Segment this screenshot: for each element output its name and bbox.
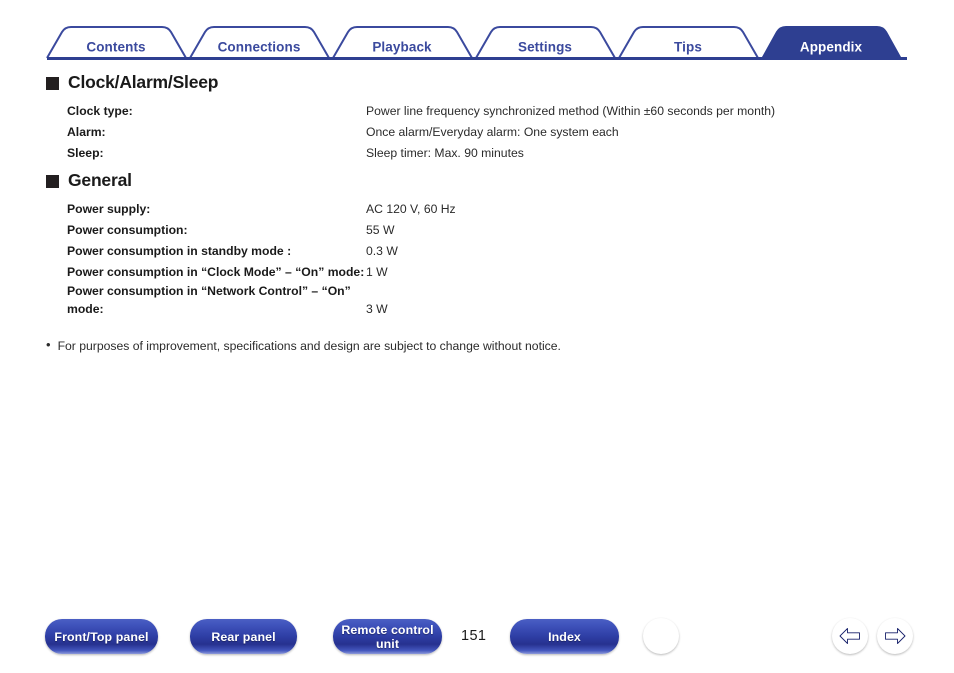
spec-row: Power consumption in “Clock Mode” – “On”…	[67, 262, 867, 282]
spec-row: Power consumption in “Network Control” –…	[67, 283, 867, 319]
spec-table-clock: Clock type: Power line frequency synchro…	[67, 101, 867, 163]
footer-navigation: Front/Top panel Rear panel Remote contro…	[0, 612, 954, 673]
spec-value: Once alarm/Everyday alarm: One system ea…	[366, 124, 619, 139]
section-general: General Power supply: AC 120 V, 60 Hz Po…	[46, 170, 916, 320]
tab-playback[interactable]: Playback	[372, 40, 431, 55]
remote-control-unit-button[interactable]: Remote control unit	[333, 619, 442, 654]
spec-value: AC 120 V, 60 Hz	[366, 201, 456, 216]
section-header: General	[46, 170, 916, 191]
arrow-left-icon	[839, 628, 860, 644]
spec-label: Power consumption:	[67, 222, 188, 237]
footnote-text: For purposes of improvement, specificati…	[57, 339, 561, 353]
spec-label: Clock type:	[67, 103, 133, 118]
spec-row: Power supply: AC 120 V, 60 Hz	[67, 199, 867, 219]
spec-label: Power consumption in standby mode :	[67, 243, 292, 258]
home-icon	[651, 626, 671, 645]
spec-value: Power line frequency synchronized method…	[366, 103, 776, 118]
home-button[interactable]	[643, 618, 679, 654]
manual-page: Contents Connections Playback Settings T…	[0, 0, 954, 673]
tab-bar: Contents Connections Playback Settings T…	[0, 16, 954, 60]
previous-page-button[interactable]	[832, 618, 868, 654]
front-top-panel-button[interactable]: Front/Top panel	[45, 619, 158, 654]
spec-label: Power consumption in “Clock Mode” – “On”…	[67, 264, 365, 279]
spec-row: Power consumption in standby mode : 0.3 …	[67, 241, 867, 261]
spec-value: 1 W	[366, 264, 388, 279]
rear-panel-button[interactable]: Rear panel	[190, 619, 297, 654]
tab-appendix[interactable]: Appendix	[800, 40, 862, 55]
spec-value: 55 W	[366, 222, 395, 237]
spec-value: 3 W	[366, 301, 388, 316]
spec-table-general: Power supply: AC 120 V, 60 Hz Power cons…	[67, 199, 867, 319]
spec-value: Sleep timer: Max. 90 minutes	[366, 145, 524, 160]
bullet-icon: •	[46, 337, 51, 352]
spec-label: Power supply:	[67, 201, 151, 216]
spec-row: Alarm: Once alarm/Everyday alarm: One sy…	[67, 122, 867, 142]
next-page-button[interactable]	[877, 618, 913, 654]
tab-contents[interactable]: Contents	[86, 40, 145, 55]
section-title: General	[68, 170, 132, 190]
tab-settings[interactable]: Settings	[518, 40, 572, 55]
spec-row: Clock type: Power line frequency synchro…	[67, 101, 867, 121]
spec-label: Alarm:	[67, 124, 106, 139]
spec-label: Sleep:	[67, 145, 104, 160]
tab-connections[interactable]: Connections	[218, 40, 301, 55]
section-clock-alarm-sleep: Clock/Alarm/Sleep Clock type: Power line…	[46, 72, 916, 164]
spec-value: 0.3 W	[366, 243, 398, 258]
spec-label: Power consumption in “Network Control” –…	[67, 284, 351, 316]
spec-row: Power consumption: 55 W	[67, 220, 867, 240]
footnote: • For purposes of improvement, specifica…	[46, 337, 561, 354]
tab-tips[interactable]: Tips	[674, 40, 702, 55]
section-title: Clock/Alarm/Sleep	[68, 72, 219, 92]
arrow-right-icon	[885, 628, 906, 644]
index-button[interactable]: Index	[510, 619, 619, 654]
section-marker-square	[46, 175, 59, 188]
section-header: Clock/Alarm/Sleep	[46, 72, 916, 93]
page-number: 151	[461, 628, 487, 644]
spec-row: Sleep: Sleep timer: Max. 90 minutes	[67, 143, 867, 163]
section-marker-square	[46, 77, 59, 90]
